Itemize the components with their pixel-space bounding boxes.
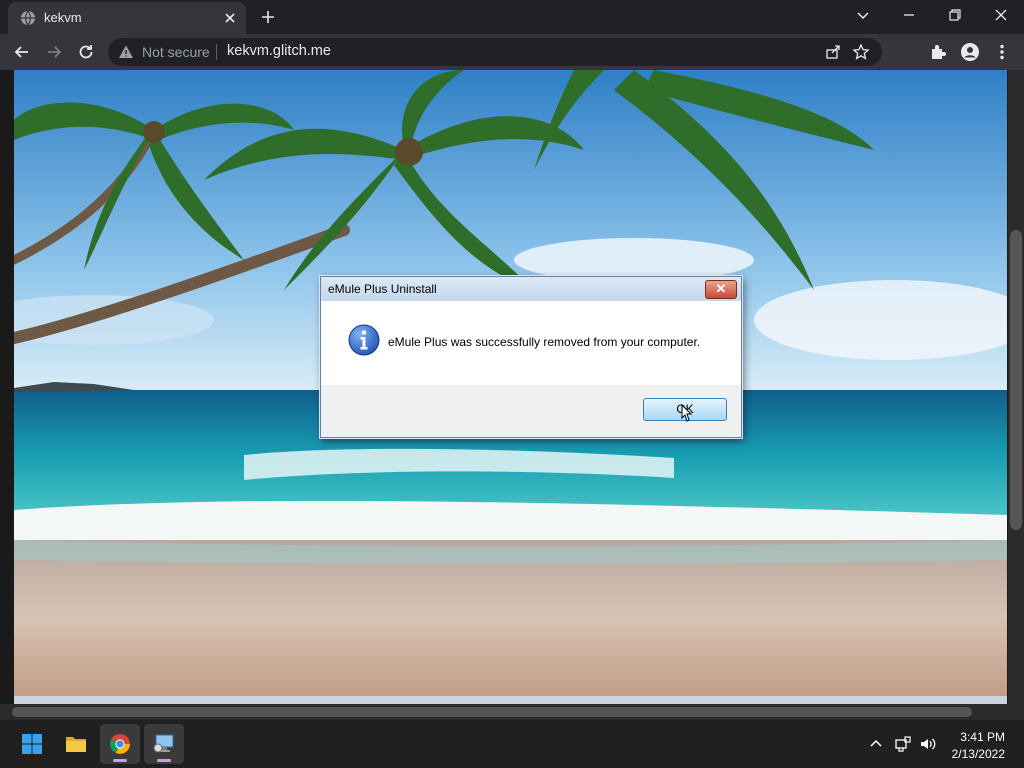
close-tab-icon[interactable]: [222, 10, 238, 26]
mouse-cursor-icon: [681, 404, 693, 422]
warning-icon[interactable]: [118, 44, 134, 60]
dialog-titlebar[interactable]: eMule Plus Uninstall ✕: [321, 277, 741, 301]
folder-icon: [66, 737, 86, 752]
file-explorer-button[interactable]: [56, 724, 96, 764]
uninstall-dialog: eMule Plus Uninstall ✕ eMule Plus was su…: [320, 276, 742, 438]
windows-start-icon: [22, 734, 42, 754]
omnibox-divider: [216, 44, 217, 60]
active-app-indicator: [157, 759, 171, 762]
dialog-footer: OK: [321, 385, 741, 437]
url-text[interactable]: kekvm.glitch.me: [227, 43, 331, 59]
extensions-puzzle-icon[interactable]: [928, 42, 948, 62]
vm-viewport[interactable]: eMule Plus Uninstall ✕ eMule Plus was su…: [0, 70, 1024, 720]
windows-taskbar: 3:41 PM 2/13/2022: [0, 720, 1024, 768]
tab-strip: kekvm: [0, 0, 1024, 34]
info-icon: [348, 324, 380, 356]
reload-icon[interactable]: [76, 42, 96, 62]
close-window-icon[interactable]: [991, 5, 1011, 25]
browser-toolbar: Not secure kekvm.glitch.me: [0, 34, 1024, 70]
remote-desktop-icon: [153, 734, 174, 753]
share-icon[interactable]: [824, 43, 842, 61]
dialog-title: eMule Plus Uninstall: [328, 282, 437, 296]
restore-icon[interactable]: [945, 5, 965, 25]
chevron-up-icon[interactable]: [867, 735, 885, 753]
chrome-icon: [110, 734, 130, 754]
start-button[interactable]: [12, 724, 52, 764]
tab-search-chevron-icon[interactable]: [853, 5, 873, 25]
chrome-button[interactable]: [100, 724, 140, 764]
tab-title: kekvm: [44, 10, 82, 25]
new-tab-icon[interactable]: [260, 9, 276, 25]
menu-kebab-icon[interactable]: [992, 42, 1012, 62]
globe-icon: [21, 10, 35, 26]
security-label[interactable]: Not secure: [142, 44, 210, 60]
bookmark-star-icon[interactable]: [852, 43, 870, 61]
browser-tab[interactable]: kekvm: [8, 2, 246, 34]
remote-desktop-button[interactable]: [144, 724, 184, 764]
dialog-message: eMule Plus was successfully removed from…: [388, 335, 701, 349]
address-bar[interactable]: Not secure kekvm.glitch.me: [108, 38, 882, 66]
minimize-icon[interactable]: [899, 5, 919, 25]
clock-time[interactable]: 3:41 PM: [960, 730, 1005, 744]
dialog-close-button[interactable]: ✕: [705, 280, 737, 299]
clock-date[interactable]: 2/13/2022: [952, 747, 1005, 761]
back-arrow-icon[interactable]: [12, 42, 32, 62]
profile-avatar-icon[interactable]: [960, 42, 980, 62]
vertical-scroll-thumb[interactable]: [1010, 230, 1022, 530]
vertical-scrollbar[interactable]: [1008, 70, 1024, 720]
forward-arrow-icon[interactable]: [44, 42, 64, 62]
horizontal-scrollbar[interactable]: [0, 704, 1008, 720]
network-icon[interactable]: [894, 735, 912, 753]
active-app-indicator: [113, 759, 127, 762]
horizontal-scroll-thumb[interactable]: [12, 707, 972, 717]
dialog-body: eMule Plus was successfully removed from…: [321, 301, 741, 385]
remote-taskbar: [14, 696, 1007, 704]
volume-icon[interactable]: [919, 735, 937, 753]
